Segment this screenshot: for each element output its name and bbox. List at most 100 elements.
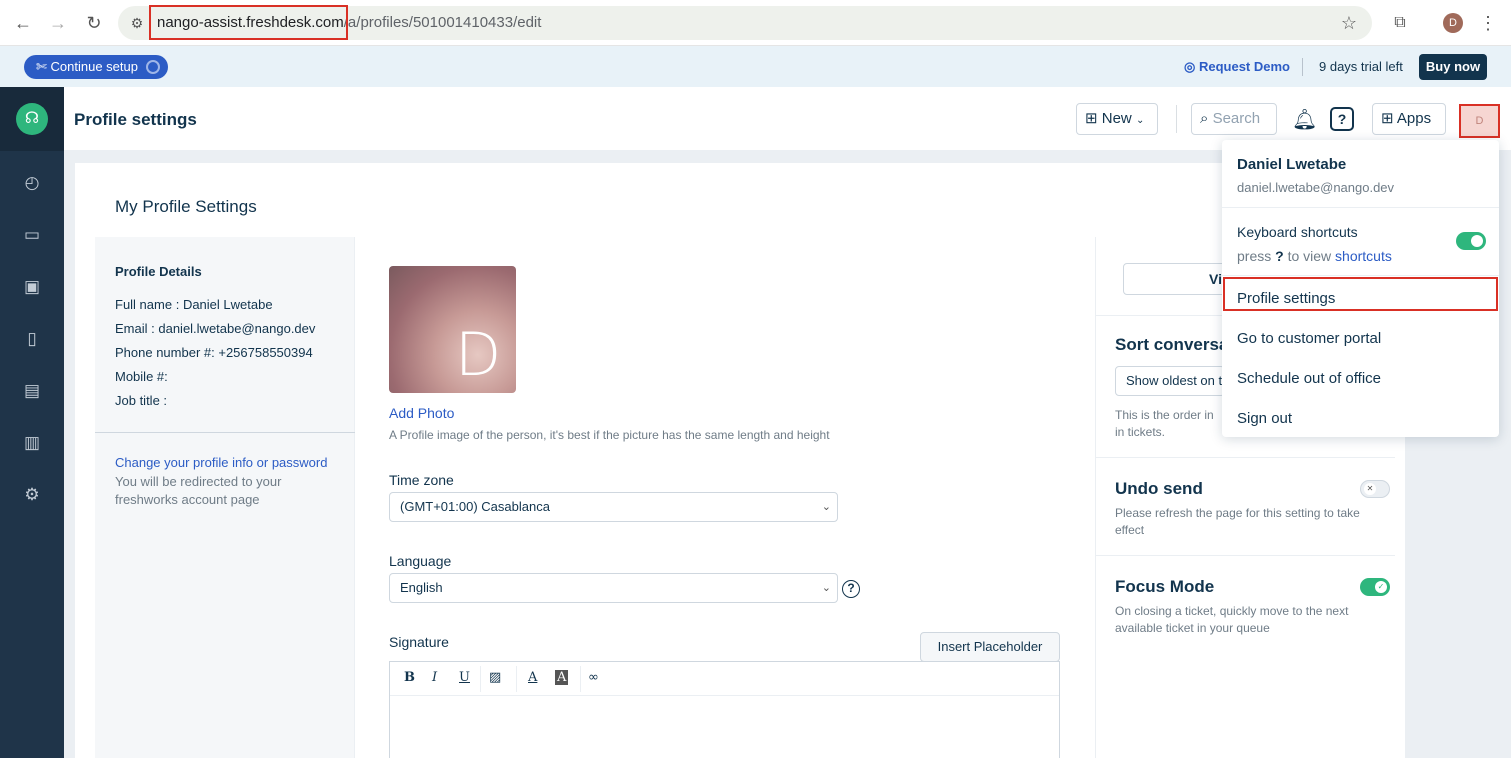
apps-button[interactable]: ⊞ Apps — [1372, 103, 1446, 135]
tools-icon: ✄ — [36, 59, 47, 74]
panel-divider — [1096, 555, 1395, 556]
keyboard-shortcuts-hint: press ? to view shortcuts — [1237, 248, 1392, 264]
buy-now-button[interactable]: Buy now — [1419, 54, 1487, 80]
new-button[interactable]: ⊞ New ⌄ — [1076, 103, 1158, 135]
close-icon: ✕ — [1364, 483, 1376, 495]
add-photo-link[interactable]: Add Photo — [389, 405, 454, 421]
user-avatar[interactable]: D — [1459, 104, 1500, 138]
menu-item-customer-portal[interactable]: Go to customer portal — [1237, 330, 1381, 347]
timezone-value: (GMT+01:00) Casablanca — [400, 499, 550, 514]
insert-image-icon[interactable]: ▨ — [489, 670, 501, 685]
toggle-knob — [1471, 235, 1483, 247]
freshdesk-logo-icon[interactable]: ☊ — [16, 103, 48, 135]
card-title: My Profile Settings — [115, 197, 257, 216]
focus-mode-title: Focus Mode — [1115, 577, 1215, 596]
progress-ring-icon — [146, 60, 160, 74]
menu-divider — [1222, 275, 1499, 276]
forums-icon[interactable]: ▤ — [20, 379, 44, 403]
header-divider — [1176, 105, 1177, 133]
contacts-icon[interactable]: ▣ — [20, 275, 44, 299]
sort-order-select[interactable]: Show oldest on t — [1115, 366, 1225, 396]
font-color-icon[interactable]: A — [528, 670, 537, 685]
background-color-icon[interactable]: A — [555, 670, 569, 685]
undo-send-toggle[interactable]: ✕ — [1360, 480, 1390, 498]
reports-icon[interactable]: ▥ — [20, 431, 44, 455]
bold-icon[interactable]: B — [404, 670, 415, 685]
menu-divider — [1222, 207, 1499, 208]
menu-user-name: Daniel Lwetabe — [1237, 156, 1347, 173]
plus-icon: ⊞ — [1085, 110, 1098, 127]
browser-toolbar: ← → ↻ ⚙ nango-assist.freshdesk.com/a/pro… — [0, 0, 1511, 46]
menu-item-out-of-office[interactable]: Schedule out of office — [1237, 370, 1381, 387]
undo-send-title: Undo send — [1115, 479, 1203, 498]
link-icon[interactable]: ∞ — [588, 670, 599, 685]
focus-mode-toggle[interactable]: ✓ — [1360, 578, 1390, 596]
bookmark-star-icon[interactable]: ☆ — [1338, 12, 1360, 34]
reload-icon[interactable]: ↻ — [83, 12, 105, 34]
apps-grid-icon: ⊞ — [1381, 110, 1394, 127]
keyboard-shortcuts-toggle[interactable] — [1456, 232, 1486, 250]
demo-icon: ◎ — [1184, 59, 1196, 74]
view-button[interactable]: Vi — [1123, 263, 1233, 295]
profile-details-heading: Profile Details — [115, 264, 202, 279]
toolbar-divider — [516, 666, 517, 692]
language-select[interactable]: English ⌄ — [389, 573, 838, 603]
admin-settings-icon[interactable]: ⚙ — [20, 483, 44, 507]
sort-conversations-title: Sort conversat — [1115, 335, 1235, 354]
setup-banner: ✄ Continue setup ◎ Request Demo 9 days t… — [0, 46, 1511, 87]
details-divider — [95, 432, 355, 433]
left-navigation: ☊ ◴ ▭ ▣ ▯ ▤ ▥ ⚙ — [0, 87, 64, 758]
signature-editor[interactable]: B I U ▨ A A ∞ — [389, 661, 1060, 758]
language-label: Language — [389, 553, 452, 569]
request-demo-link[interactable]: ◎ Request Demo — [1184, 59, 1290, 75]
focus-mode-note: On closing a ticket, quickly move to the… — [1115, 604, 1349, 635]
profile-settings-highlight-box — [1223, 277, 1498, 311]
job-title-row: Job title : — [115, 393, 168, 408]
browser-menu-icon[interactable]: ⋮ — [1477, 12, 1499, 34]
help-icon[interactable]: ? — [1330, 107, 1354, 131]
mobile-row: Mobile #: — [115, 369, 168, 384]
menu-item-sign-out[interactable]: Sign out — [1237, 410, 1292, 427]
continue-setup-button[interactable]: ✄ Continue setup — [24, 55, 168, 79]
change-profile-note: You will be redirected to your freshwork… — [115, 474, 282, 507]
chevron-down-icon: ⌄ — [821, 501, 831, 513]
extensions-icon[interactable]: ⧉ — [1389, 12, 1411, 34]
page-title: Profile settings — [74, 110, 197, 129]
change-profile-link[interactable]: Change your profile info or password — [115, 455, 327, 470]
search-icon: ⌕ — [1200, 110, 1209, 127]
browser-profile-avatar[interactable]: D — [1443, 13, 1463, 33]
logo-area: ☊ — [0, 87, 64, 151]
toolbar-divider — [480, 666, 481, 692]
dashboard-icon[interactable]: ◴ — [20, 171, 44, 195]
keyboard-shortcuts-label: Keyboard shortcuts — [1237, 224, 1358, 240]
language-value: English — [400, 580, 443, 595]
chevron-down-icon: ⌄ — [1135, 115, 1145, 126]
chevron-down-icon: ⌄ — [821, 582, 831, 594]
signature-label: Signature — [389, 634, 449, 650]
back-icon[interactable]: ← — [12, 12, 34, 34]
forward-icon[interactable]: → — [47, 12, 69, 34]
editor-toolbar: B I U ▨ A A ∞ — [390, 662, 1059, 696]
site-settings-icon[interactable]: ⚙ — [126, 12, 148, 34]
profile-photo-initial: D — [455, 320, 502, 390]
knowledge-base-icon[interactable]: ▯ — [20, 327, 44, 351]
panel-divider — [1096, 457, 1395, 458]
language-help-icon[interactable]: ? — [842, 580, 860, 598]
timezone-label: Time zone — [389, 472, 454, 488]
italic-icon[interactable]: I — [432, 670, 437, 685]
phone-row: Phone number #: +256758550394 — [115, 345, 313, 360]
underline-icon[interactable]: U — [459, 670, 470, 685]
tickets-icon[interactable]: ▭ — [20, 223, 44, 247]
photo-note: A Profile image of the person, it's best… — [389, 428, 830, 442]
insert-placeholder-button[interactable]: Insert Placeholder — [920, 632, 1060, 662]
email-row: Email : daniel.lwetabe@nango.dev — [115, 321, 316, 336]
url-highlight-box — [149, 5, 348, 40]
search-button[interactable]: ⌕ Search — [1191, 103, 1277, 135]
trial-status: 9 days trial left — [1319, 59, 1403, 74]
shortcuts-link[interactable]: shortcuts — [1335, 248, 1392, 264]
menu-user-email: daniel.lwetabe@nango.dev — [1237, 180, 1395, 195]
timezone-select[interactable]: (GMT+01:00) Casablanca ⌄ — [389, 492, 838, 522]
full-name-row: Full name : Daniel Lwetabe — [115, 297, 273, 312]
check-icon: ✓ — [1375, 581, 1387, 593]
notifications-bell-icon[interactable]: 🔔︎ — [1292, 107, 1317, 132]
